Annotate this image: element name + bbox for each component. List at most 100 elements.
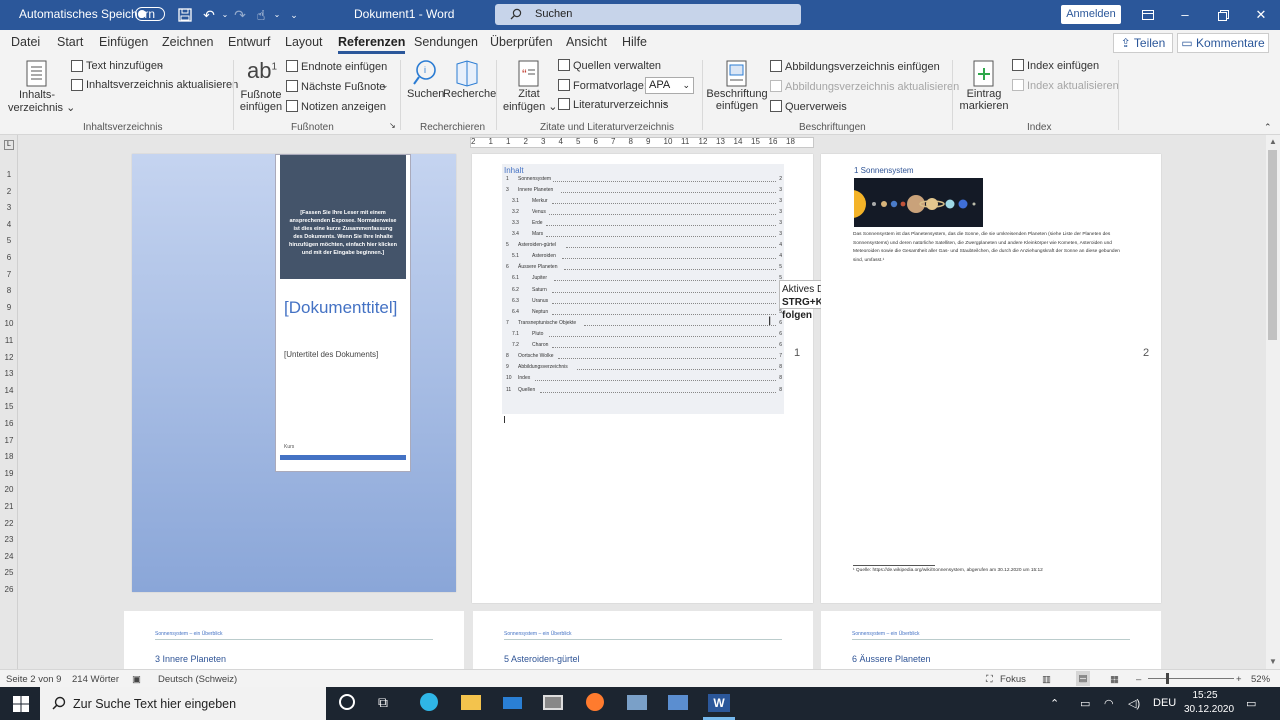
cortana-icon[interactable] [339,694,355,710]
close-icon[interactable]: ✕ [1251,5,1271,25]
scroll-up-icon[interactable]: ▲ [1269,137,1277,146]
search-box[interactable]: Suchen [495,4,801,25]
researcher-button[interactable]: Recherche [443,88,496,100]
read-mode-icon[interactable]: ▥ [1042,674,1051,685]
toc-entry[interactable]: 6.3Uranus5 [506,298,782,307]
page-count[interactable]: Seite 2 von 9 [6,674,61,685]
page-6[interactable]: Sonnensystem – ein Überblick 6 Äussere P… [821,611,1161,669]
proofing-icon[interactable]: ▣ [132,674,141,685]
remote-desktop-icon[interactable] [668,695,688,710]
section-body[interactable]: Das Sonnensystem ist das Planetensystem,… [853,231,1131,265]
update-index-button[interactable]: Index aktualisieren [1027,80,1119,92]
section-heading[interactable]: 6 Äussere Planeten [852,654,931,664]
network-app-icon[interactable] [627,695,647,710]
page-4[interactable]: Sonnensystem – ein Überblick 3 Innere Pl… [124,611,464,669]
signin-button[interactable]: Anmelden [1061,5,1121,24]
desktop-app-icon[interactable] [543,695,563,710]
zoom-level[interactable]: 52% [1251,674,1270,685]
toc-entry[interactable]: 7.2 Charon 6 [506,342,782,351]
toc-entry[interactable]: 7 Transneptunische Objekte 6 [506,320,782,329]
language-indicator[interactable]: Deutsch (Schweiz) [158,674,237,685]
cover-title[interactable]: [Dokumenttitel] [284,295,404,320]
windows-start-icon[interactable] [11,695,31,713]
cross-reference-button[interactable]: Querverweis [785,101,847,113]
toc-page[interactable]: Inhalt 1 Sonnensystem 2 3 Innere Planeten 3 3.… [472,154,813,603]
toc-entry[interactable]: 6.1 Jupiter 5 [506,275,782,284]
tab-hilfe[interactable]: Hilfe [622,35,647,49]
toc-entry[interactable]: 11 Quellen 8 [506,387,782,396]
zoom-slider-handle[interactable] [1166,673,1169,684]
wifi-icon[interactable]: ◠ [1104,697,1114,710]
edge-icon[interactable] [420,693,438,711]
minimize-icon[interactable]: – [1175,5,1195,25]
tray-chevron-icon[interactable]: ⌃ [1050,697,1059,710]
autosave-toggle[interactable] [135,7,165,21]
toc-entry[interactable]: 7.1 Pluto 6 [506,331,782,340]
taskbar-search[interactable]: Zur Suche Text hier eingeben [40,687,326,720]
toc-entry[interactable]: 5 Asteroiden-gürtel 4 [506,242,782,251]
scrollbar-thumb[interactable] [1268,150,1277,340]
zoom-in-icon[interactable]: + [1236,674,1242,685]
word-count[interactable]: 214 Wörter [72,674,119,685]
tab-entwurf[interactable]: Entwurf [228,35,270,49]
redo-icon[interactable]: ↷ [231,5,249,25]
web-layout-icon[interactable]: ▦ [1110,674,1119,685]
footnote-text[interactable]: ¹ Quelle: https://de.wikipedia.org/wiki/… [853,568,1043,573]
cover-course[interactable]: Kurs [284,444,294,450]
bibliography-dropdown-icon[interactable]: ⌄ [661,97,669,108]
touch-dropdown-icon[interactable]: ⌄ [268,5,286,25]
insert-tof-button[interactable]: Abbildungsverzeichnis einfügen [785,61,940,73]
toc-entry[interactable]: 6.2Saturn5 [506,287,782,296]
firefox-icon[interactable] [586,693,604,711]
cover-subtitle[interactable]: [Untertitel des Dokuments] [284,350,378,359]
content-page[interactable]: 1 Sonnensystem Das Sonnensystem ist das … [821,154,1161,603]
tab-layout[interactable]: Layout [285,35,323,49]
tab-selector[interactable]: L [4,140,14,150]
collapse-ribbon-icon[interactable]: ⌃ [1264,122,1272,133]
scroll-down-icon[interactable]: ▼ [1269,657,1277,666]
tab-sendungen[interactable]: Sendungen [414,35,478,49]
comments-button[interactable]: ▭ Kommentare [1177,33,1269,53]
tray-app-icon[interactable]: ▭ [1080,697,1090,710]
tab-referenzen[interactable]: Referenzen [338,35,406,54]
add-text-dropdown-icon[interactable]: ⌄ [157,59,165,70]
toc-entry[interactable]: 9 Abbildungsverzeichnis 8 [506,364,782,373]
focus-mode-button[interactable]: Fokus [1000,674,1026,685]
toc-entry[interactable]: 5.1 Asteroiden 4 [506,253,782,262]
cover-page[interactable]: [Fassen Sie Ihre Leser mit einem ansprec… [132,154,456,592]
section-heading[interactable]: 1 Sonnensystem [854,166,914,175]
toc-entry[interactable]: 3.4 Mars 3 [506,231,782,240]
manage-sources-button[interactable]: Quellen verwalten [573,60,661,72]
update-toc-button[interactable]: Inhaltsverzeichnis aktualisieren [86,79,238,91]
tab-datei[interactable]: Datei [11,35,40,49]
insert-footnote-button[interactable]: Fußnote einfügen [238,89,284,113]
insert-citation-button[interactable]: Zitat einfügen ⌄ [503,88,558,113]
toc-entry[interactable]: 3.2 Venus 3 [506,209,782,218]
footnote-dialog-launcher-icon[interactable]: ↘ [389,121,396,130]
toc-entry[interactable]: 6 Äussere Planeten 5 [506,264,782,273]
zoom-out-icon[interactable]: – [1136,674,1141,685]
next-footnote-dropdown-icon[interactable]: ⌄ [381,80,389,91]
next-footnote-button[interactable]: Nächste Fußnote [301,81,385,93]
notifications-icon[interactable]: ▭ [1246,697,1256,710]
save-icon[interactable] [176,5,194,25]
show-notes-button[interactable]: Notizen anzeigen [301,101,386,113]
insert-endnote-button[interactable]: Endnote einfügen [301,61,387,73]
tab-ansicht[interactable]: Ansicht [566,35,607,49]
add-text-button[interactable]: Text hinzufügen [86,60,163,72]
tab-zeichnen[interactable]: Zeichnen [162,35,213,49]
customize-qat-icon[interactable]: ⌄ [285,5,303,25]
toc-entry[interactable]: 8 Oortsche Wolke 7 [506,353,782,362]
smart-lookup-button[interactable]: Suchen [407,88,444,100]
tab-ueberpruefen[interactable]: Überprüfen [490,35,553,49]
update-tof-button[interactable]: Abbildungsverzeichnis aktualisieren [785,81,959,93]
insert-index-button[interactable]: Index einfügen [1027,60,1099,72]
file-explorer-icon[interactable] [461,695,481,710]
solar-system-image[interactable] [854,178,983,227]
mark-entry-button[interactable]: Eintrag markieren [958,88,1010,112]
toc-entry[interactable]: 3.3 Erde 3 [506,220,782,229]
citation-style-select[interactable]: APA ⌄ [645,77,694,94]
clock[interactable]: 15:25 30.12.2020 [1184,689,1234,717]
bibliography-button[interactable]: Literaturverzeichnis [573,99,668,111]
toc-entry[interactable]: 3.1 Merkur 3 [506,198,782,207]
